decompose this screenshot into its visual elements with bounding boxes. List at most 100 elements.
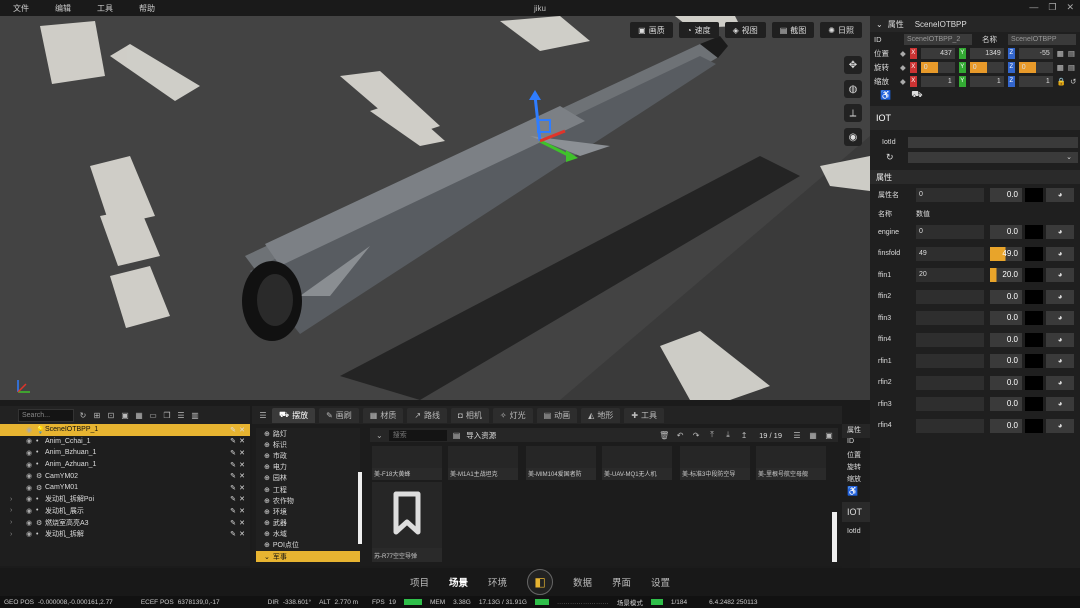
- person-icon[interactable]: ♿: [880, 90, 891, 101]
- chevron-down-icon[interactable]: ⌄: [876, 20, 883, 29]
- chevron-right-icon[interactable]: ›: [10, 531, 12, 538]
- edit-icon[interactable]: ✎: [230, 507, 236, 515]
- undo-icon[interactable]: ↶: [675, 431, 685, 440]
- palette-icon[interactable]: ◕: [1046, 311, 1074, 326]
- scale-y[interactable]: 1: [969, 75, 1004, 87]
- category-item[interactable]: ⊕ 工程: [256, 484, 360, 495]
- nav-interface[interactable]: 界面: [612, 575, 631, 589]
- 3d-viewport[interactable]: ▣ 画质 ◔ 速度 ◈ 视图 ▤ 截图 ✺ 日照 ✥ ◍ ⟂ ◉: [0, 16, 870, 400]
- pos-x[interactable]: 437: [920, 47, 955, 59]
- attr-row-value[interactable]: [916, 332, 984, 347]
- attr-row-number[interactable]: 49.0: [990, 246, 1022, 261]
- color-swatch[interactable]: [1025, 375, 1043, 390]
- pos-y[interactable]: 1349: [969, 47, 1004, 59]
- delete-icon[interactable]: ✕: [239, 437, 245, 445]
- attr-row-number[interactable]: 20.0: [990, 268, 1022, 283]
- edit-icon[interactable]: ✎: [230, 449, 236, 457]
- attr-row-value[interactable]: [916, 289, 984, 304]
- minimize-icon[interactable]: —: [1029, 2, 1038, 13]
- rot-z[interactable]: 0: [1018, 61, 1053, 73]
- edit-icon[interactable]: ✎: [230, 484, 236, 492]
- asset-card[interactable]: 美-F18大黄蜂: [372, 446, 442, 480]
- iotid-field[interactable]: [908, 136, 1078, 148]
- attr-row-number[interactable]: 0.0: [990, 397, 1022, 412]
- edit-icon[interactable]: ✎: [230, 426, 236, 434]
- palette-icon[interactable]: ◕: [1046, 268, 1074, 283]
- palette-icon[interactable]: ◕: [1046, 397, 1074, 412]
- speed-button[interactable]: ◔ 速度: [678, 22, 719, 38]
- view-large-icon[interactable]: ▣: [824, 431, 834, 440]
- sunlight-button[interactable]: ✺ 日照: [820, 22, 862, 38]
- palette-icon[interactable]: ◕: [1046, 289, 1074, 304]
- name-field[interactable]: SceneIOTBPP: [1008, 33, 1076, 45]
- edit-icon[interactable]: ✎: [230, 461, 236, 469]
- attr-row-number[interactable]: 0.0: [990, 311, 1022, 326]
- tree-item[interactable]: ◉ • Anim_Cchai_1 ✎ ✕: [0, 436, 250, 448]
- tab-route[interactable]: ↗ 路线: [407, 407, 448, 423]
- category-item[interactable]: ⊕ 武器: [256, 518, 360, 529]
- attr-row-value[interactable]: 0: [916, 225, 984, 240]
- chevron-right-icon[interactable]: ›: [10, 519, 12, 526]
- tab-animation[interactable]: ▤ 动画: [536, 407, 578, 423]
- nav-environment[interactable]: 环境: [488, 575, 507, 589]
- tree-item[interactable]: ◉ ⚙ CamYM01 ✎ ✕: [0, 482, 250, 494]
- list-icon[interactable]: ☰: [176, 411, 186, 420]
- edit-icon[interactable]: ✎: [230, 495, 236, 503]
- eye-icon[interactable]: ◉: [26, 461, 36, 469]
- attr-row-value[interactable]: 49: [916, 246, 984, 261]
- attr-name-field[interactable]: 0: [916, 187, 984, 202]
- move-icon[interactable]: ✥: [844, 56, 862, 74]
- color-swatch[interactable]: [1025, 268, 1043, 283]
- import-label[interactable]: 导入资源: [466, 430, 496, 441]
- color-swatch[interactable]: [1025, 332, 1043, 347]
- color-swatch[interactable]: [1025, 354, 1043, 369]
- person-icon[interactable]: ♿: [842, 486, 872, 498]
- delete-icon[interactable]: ✕: [239, 449, 245, 457]
- quality-button[interactable]: ▣ 画质: [630, 22, 673, 38]
- category-scrollbar[interactable]: [358, 472, 362, 544]
- nav-scene[interactable]: 场景: [449, 575, 468, 589]
- category-item[interactable]: ⊕ 园林: [256, 473, 360, 484]
- table-icon[interactable]: ▥: [190, 411, 200, 420]
- eye-icon[interactable]: ◉: [26, 530, 36, 538]
- attr-row-value[interactable]: [916, 397, 984, 412]
- tab-brush[interactable]: ✎ 画刷: [319, 407, 359, 423]
- eye-icon[interactable]: ◉: [26, 472, 36, 480]
- asset-card[interactable]: 美-UAV-MQ1无人机: [602, 446, 672, 480]
- tree-item[interactable]: › ◉ ⚙ 燃烧室高亮A3 ✎ ✕: [0, 517, 250, 529]
- axis-icon[interactable]: ⟂: [844, 104, 862, 122]
- category-item[interactable]: ⊕ POI点位: [256, 540, 360, 551]
- palette-icon[interactable]: ◕: [1046, 354, 1074, 369]
- asset-search-input[interactable]: 搜索: [388, 429, 447, 441]
- rot-x[interactable]: 0: [920, 61, 955, 73]
- asset-card[interactable]: 苏-R77空空导弹: [372, 482, 442, 562]
- vehicle-icon[interactable]: ⛟: [911, 89, 922, 101]
- attr-row-value[interactable]: [916, 375, 984, 390]
- eye-icon[interactable]: ◉: [26, 495, 36, 503]
- color-swatch[interactable]: [1025, 225, 1043, 240]
- chevron-down-icon[interactable]: ⌄: [376, 431, 383, 440]
- redo-icon[interactable]: ↷: [691, 431, 701, 440]
- eye-icon[interactable]: ◉: [26, 519, 36, 527]
- asset-card[interactable]: 美-MIM104爱国者防: [526, 446, 596, 480]
- lock-icon[interactable]: 🔒: [1057, 77, 1066, 86]
- attr-row-value[interactable]: [916, 418, 984, 433]
- color-swatch[interactable]: [1025, 397, 1043, 412]
- edit-icon[interactable]: ✎: [230, 437, 236, 445]
- view-button[interactable]: ◈ 视图: [724, 22, 766, 38]
- attr-row-number[interactable]: 0.0: [990, 332, 1022, 347]
- tree-item[interactable]: › ◉ • 发动机_拆解 ✎ ✕: [0, 528, 250, 540]
- category-item[interactable]: ⊕ 市政: [256, 450, 360, 461]
- nav-settings[interactable]: 设置: [651, 575, 670, 589]
- attr-row-value[interactable]: 20: [916, 268, 984, 283]
- color-swatch[interactable]: [1025, 246, 1043, 261]
- top-icon[interactable]: ⤒: [707, 430, 717, 440]
- menu-help[interactable]: 帮助: [126, 3, 168, 14]
- screenshot-button[interactable]: ▤ 截图: [771, 22, 815, 38]
- tab-place[interactable]: ⛟ 摆放: [272, 407, 316, 423]
- asset-card[interactable]: 美-里根号航空母舰: [756, 446, 826, 480]
- lock-icon[interactable]: ▭: [148, 411, 158, 420]
- attr-row-value[interactable]: [916, 311, 984, 326]
- palette-icon[interactable]: ◕: [1046, 375, 1074, 390]
- attr-row-value[interactable]: [916, 354, 984, 369]
